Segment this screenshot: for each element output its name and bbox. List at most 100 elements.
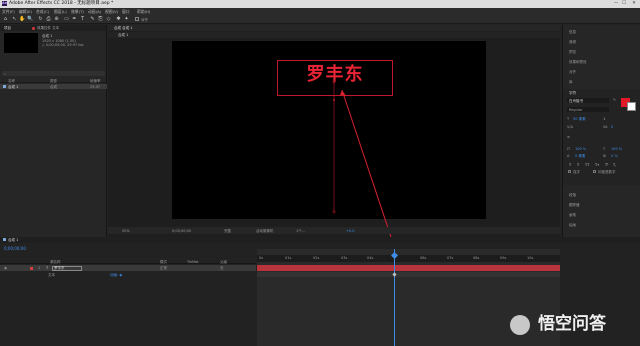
col-type-header[interactable]: 类型 (50, 79, 57, 84)
pan-behind-icon[interactable]: ⊕ (53, 16, 60, 23)
font-size-value[interactable]: 50 像素 (573, 117, 586, 122)
stroke-color-swatch[interactable] (627, 102, 636, 111)
eraser-icon[interactable]: ◇ (105, 16, 112, 23)
camera-dropdown[interactable]: 活动摄像机 (256, 229, 274, 234)
eyedropper-icon[interactable]: ✎ (613, 98, 616, 102)
panel-paragraph[interactable]: 段落 (569, 193, 576, 198)
pen-icon[interactable]: ✒ (71, 16, 78, 23)
col-source-name[interactable]: 源名称 (50, 260, 61, 265)
text-property-row[interactable]: 文本 动画: ◉ (0, 272, 256, 277)
menu-layer[interactable]: 图层(L) (54, 9, 67, 14)
col-parent[interactable]: 父级 (220, 260, 227, 265)
close-button[interactable]: ✕ (630, 1, 638, 7)
project-search-input[interactable]: ⌕ (2, 71, 105, 76)
camera-icon[interactable]: ⎙ (45, 16, 52, 23)
tsume-value[interactable]: 0 % (611, 154, 618, 158)
exposure-value[interactable]: +0.0 (346, 229, 355, 233)
menu-file[interactable]: 文件(F) (2, 9, 15, 14)
snap-checkbox[interactable] (135, 17, 139, 21)
col-mode[interactable]: 模式 (160, 260, 167, 265)
hand-icon[interactable]: ✋ (19, 16, 26, 23)
stroke-width-icon: ≡ (567, 135, 570, 139)
layer-duration-bar[interactable] (257, 265, 560, 271)
viewer-breadcrumb[interactable]: 合成 1 (118, 33, 128, 38)
layer-name: 罗丰东 (54, 266, 65, 270)
faux-bold-button[interactable]: T (569, 163, 571, 167)
roto-brush-icon[interactable]: ✱ (115, 16, 122, 23)
menu-help[interactable]: 帮助(H) (137, 9, 150, 14)
time-ruler[interactable]: 0s 01s 02s 03s 04s 06s 07s 08s 09s 10s (257, 255, 560, 262)
font-style-dropdown[interactable]: Regular (567, 107, 609, 112)
puppet-icon[interactable]: ✦ (123, 16, 130, 23)
scale-v-value[interactable]: 100 % (575, 147, 586, 151)
viewer-timecode[interactable]: 0;00;00;00 (172, 229, 191, 233)
rotate-icon[interactable]: ↻ (37, 16, 44, 23)
tab-project[interactable]: 项目 (4, 26, 11, 31)
font-family-dropdown[interactable]: 白舟楷书 (567, 98, 609, 103)
minimize-button[interactable]: — (612, 1, 620, 7)
views-dropdown[interactable]: 1个... (296, 229, 305, 234)
panel-effects[interactable]: 效果和预设 (569, 60, 587, 65)
menu-window[interactable]: 窗口 (122, 9, 130, 14)
ruler-label: 07s (447, 256, 454, 260)
layer-row[interactable]: ◉ 1 T 罗丰东 正常 无 (0, 265, 256, 271)
project-item-type: 合成 (50, 84, 57, 89)
resolution-dropdown[interactable]: 完整 (224, 229, 231, 234)
text-property-label: 文本 (48, 272, 55, 277)
project-item-row[interactable]: 合成 1 合成 29.97 (0, 84, 107, 89)
maximize-button[interactable]: ☐ (620, 1, 628, 7)
menu-comp[interactable]: 合成(C) (36, 9, 49, 14)
current-time-indicator[interactable] (394, 249, 395, 346)
animate-menu[interactable]: 动画: ◉ (110, 273, 122, 278)
faux-italic-button[interactable]: T (577, 163, 579, 167)
menu-animation[interactable]: 动画(A) (88, 9, 101, 14)
panel-library[interactable]: 库 (569, 80, 573, 85)
col-name-header[interactable]: 名称 (8, 79, 15, 84)
tab-effect-controls[interactable]: 效果控件 文本 (37, 26, 59, 31)
hindi-digits-checkbox[interactable] (593, 170, 596, 173)
ligatures-checkbox[interactable] (568, 170, 571, 173)
panel-tracker[interactable]: 跟踪器 (569, 203, 580, 208)
selection-icon[interactable]: ↖ (11, 16, 18, 23)
menu-effect[interactable]: 效果(T) (71, 9, 84, 14)
layer-mode-dropdown[interactable]: 正常 (160, 266, 167, 271)
ligatures-label: 连字 (573, 170, 580, 174)
baseline-value[interactable]: 0 像素 (575, 154, 585, 159)
project-panel: 项目 效果控件 文本 合成 1 1920 x 1080 (1.00) △ 0;0… (0, 25, 107, 237)
zoom-dropdown[interactable]: 50% (122, 229, 130, 233)
all-caps-button[interactable]: TT (585, 163, 589, 167)
superscript-button[interactable]: T¹ (605, 163, 609, 167)
hindi-digits-label: 印度语数字 (598, 170, 616, 174)
panel-paint[interactable]: 绘画 (569, 223, 576, 228)
type-layer-icon: T (46, 266, 49, 270)
rectangle-icon[interactable]: ▭ (63, 16, 70, 23)
comp-thumbnail (4, 33, 38, 53)
parent-dropdown[interactable]: 无 (220, 266, 224, 271)
small-caps-button[interactable]: Tт (595, 163, 599, 167)
visibility-icon[interactable]: ◉ (4, 266, 7, 270)
scale-h-value[interactable]: 100 % (611, 147, 622, 151)
panel-brushes[interactable]: 画笔 (569, 213, 576, 218)
panel-info[interactable]: 信息 (569, 30, 576, 35)
clone-stamp-icon[interactable]: ⎘ (97, 16, 104, 23)
col-trkmat[interactable]: TrkMat (187, 260, 199, 264)
brush-icon[interactable]: ✎ (89, 16, 96, 23)
effects-tab-dot (32, 26, 35, 30)
menu-edit[interactable]: 编辑(E) (19, 9, 32, 14)
col-rate-header[interactable]: 帧速率 (90, 79, 101, 84)
timeline-timecode[interactable]: 0;00;00;00 (4, 246, 26, 251)
subscript-button[interactable]: T, (613, 163, 616, 167)
timeline-comp-icon (3, 238, 6, 241)
panel-align[interactable]: 对齐 (569, 70, 576, 75)
tab-timeline[interactable]: 合成 1 (8, 238, 18, 243)
zoom-icon[interactable]: 🔍 (27, 16, 34, 23)
type-icon[interactable]: T (79, 16, 86, 23)
panel-audio[interactable]: 音频 (569, 40, 576, 45)
label-color-swatch[interactable] (30, 266, 33, 270)
tab-composition[interactable]: 合成 合成 1 (114, 26, 132, 31)
kerning-icon: V/A (567, 125, 573, 129)
tracking-value[interactable]: 0 (611, 125, 613, 129)
menu-view[interactable]: 视图(V) (105, 9, 118, 14)
home-icon[interactable]: ⌂ (2, 16, 9, 23)
panel-preview[interactable]: 预览 (569, 50, 576, 55)
